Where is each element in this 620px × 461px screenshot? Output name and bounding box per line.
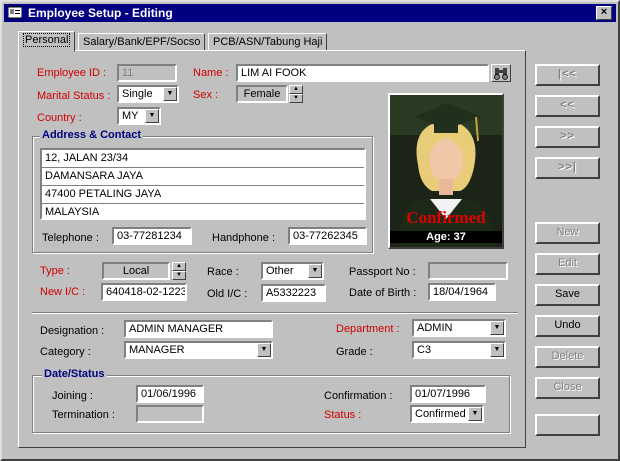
- dropdown-arrow-icon[interactable]: ▼: [163, 87, 177, 101]
- new-button[interactable]: New: [535, 222, 600, 244]
- country-value: MY: [122, 110, 139, 122]
- sex-spinner[interactable]: ▲ ▼: [289, 85, 303, 103]
- dropdown-arrow-icon[interactable]: ▼: [145, 109, 159, 123]
- spin-up-icon[interactable]: ▲: [172, 262, 186, 271]
- address-box[interactable]: 12, JALAN 23/34 DAMANSARA JAYA 47400 PET…: [40, 148, 366, 220]
- dropdown-arrow-icon[interactable]: ▼: [308, 264, 322, 278]
- country-label: Country :: [37, 112, 82, 124]
- telephone-label: Telephone :: [42, 232, 99, 244]
- spin-down-icon[interactable]: ▼: [172, 271, 186, 280]
- designation-label: Designation :: [40, 325, 105, 337]
- termination-label: Termination :: [52, 409, 115, 421]
- old-ic-label: Old I/C :: [207, 288, 248, 300]
- category-select[interactable]: MANAGER ▼: [124, 341, 273, 359]
- marital-status-value: Single: [122, 88, 153, 100]
- department-select[interactable]: ADMIN ▼: [412, 319, 506, 337]
- new-ic-label: New I/C :: [40, 286, 86, 298]
- last-record-button[interactable]: >>|: [535, 157, 600, 179]
- binoculars-icon: [494, 68, 508, 80]
- termination-field: [136, 405, 204, 423]
- address-line[interactable]: 12, JALAN 23/34: [42, 150, 364, 168]
- sex-label: Sex :: [193, 89, 219, 101]
- handphone-label: Handphone :: [212, 232, 275, 244]
- divider: [32, 312, 518, 314]
- window-icon: [8, 6, 22, 19]
- confirmed-stamp: Confirmed: [406, 208, 486, 227]
- department-label: Department :: [336, 323, 400, 335]
- date-of-birth-field[interactable]: 18/04/1964: [428, 283, 496, 301]
- address-line[interactable]: DAMANSARA JAYA: [42, 168, 364, 186]
- telephone-field[interactable]: 03-77281234: [112, 227, 192, 245]
- status-value: Confirmed: [415, 408, 466, 420]
- close-window-button[interactable]: ×: [596, 6, 612, 20]
- handphone-field[interactable]: 03-77262345: [288, 227, 367, 245]
- date-status-title: Date/Status: [42, 368, 107, 380]
- employee-photo[interactable]: Confirmed Age: 37: [388, 93, 504, 249]
- address-contact-title: Address & Contact: [40, 129, 144, 141]
- grade-label: Grade :: [336, 346, 373, 358]
- designation-field[interactable]: ADMIN MANAGER: [124, 320, 273, 338]
- passport-label: Passport No :: [349, 266, 416, 278]
- race-value: Other: [266, 265, 294, 277]
- confirmation-field[interactable]: 01/07/1996: [410, 385, 486, 403]
- category-value: MANAGER: [129, 344, 185, 356]
- age-label: Age: 37: [390, 231, 502, 243]
- binoculars-search-button[interactable]: [491, 64, 511, 82]
- category-label: Category :: [40, 346, 91, 358]
- blank-button[interactable]: [535, 414, 600, 436]
- window-title: Employee Setup - Editing: [28, 6, 173, 20]
- tab-salary-bank-epf-socso[interactable]: Salary/Bank/EPF/Socso: [78, 33, 206, 51]
- dropdown-arrow-icon[interactable]: ▼: [257, 343, 271, 357]
- employee-id-label: Employee ID :: [37, 67, 107, 79]
- marital-status-select[interactable]: Single ▼: [117, 85, 179, 103]
- type-field[interactable]: Local: [102, 262, 170, 280]
- status-select[interactable]: Confirmed ▼: [410, 405, 484, 423]
- new-ic-field[interactable]: 640418-02-1223: [101, 283, 187, 301]
- next-record-button[interactable]: >>: [535, 126, 600, 148]
- sex-field[interactable]: Female: [236, 85, 288, 103]
- tab-personal[interactable]: Personal: [18, 31, 76, 52]
- previous-record-button[interactable]: <<: [535, 95, 600, 117]
- name-field[interactable]: LIM AI FOOK: [236, 64, 489, 82]
- marital-status-label: Marital Status :: [37, 90, 111, 102]
- undo-button[interactable]: Undo: [535, 315, 600, 337]
- address-line[interactable]: MALAYSIA: [42, 204, 364, 222]
- dropdown-arrow-icon[interactable]: ▼: [490, 321, 504, 335]
- department-value: ADMIN: [417, 322, 453, 334]
- dropdown-arrow-icon[interactable]: ▼: [490, 343, 504, 357]
- confirmation-label: Confirmation :: [324, 390, 393, 402]
- close-button[interactable]: Close: [535, 377, 600, 399]
- first-record-button[interactable]: |<<: [535, 64, 600, 86]
- spin-down-icon[interactable]: ▼: [289, 94, 303, 103]
- status-label: Status :: [324, 409, 362, 421]
- edit-button[interactable]: Edit: [535, 253, 600, 275]
- race-select[interactable]: Other ▼: [261, 262, 324, 280]
- tab-pcb-asn-tabung-haji[interactable]: PCB/ASN/Tabung Haji: [208, 33, 328, 51]
- save-button[interactable]: Save: [535, 284, 600, 306]
- spin-up-icon[interactable]: ▲: [289, 85, 303, 94]
- passport-field: [428, 262, 508, 280]
- joining-label: Joining :: [52, 390, 93, 402]
- type-label: Type :: [40, 265, 70, 277]
- delete-button[interactable]: Delete: [535, 346, 600, 368]
- employee-id-field: 11: [117, 64, 177, 82]
- type-spinner[interactable]: ▲ ▼: [172, 262, 186, 280]
- old-ic-field[interactable]: A5332223: [261, 284, 326, 302]
- title-bar[interactable]: Employee Setup - Editing ×: [4, 4, 616, 22]
- name-label: Name :: [193, 67, 229, 79]
- race-label: Race :: [207, 266, 239, 278]
- country-select[interactable]: MY ▼: [117, 107, 161, 125]
- grade-select[interactable]: C3 ▼: [412, 341, 506, 359]
- grade-value: C3: [417, 344, 432, 356]
- date-status-group: [32, 375, 510, 433]
- address-line[interactable]: 47400 PETALING JAYA: [42, 186, 364, 204]
- joining-field[interactable]: 01/06/1996: [136, 385, 204, 403]
- date-of-birth-label: Date of Birth :: [349, 287, 417, 299]
- dropdown-arrow-icon[interactable]: ▼: [468, 407, 482, 421]
